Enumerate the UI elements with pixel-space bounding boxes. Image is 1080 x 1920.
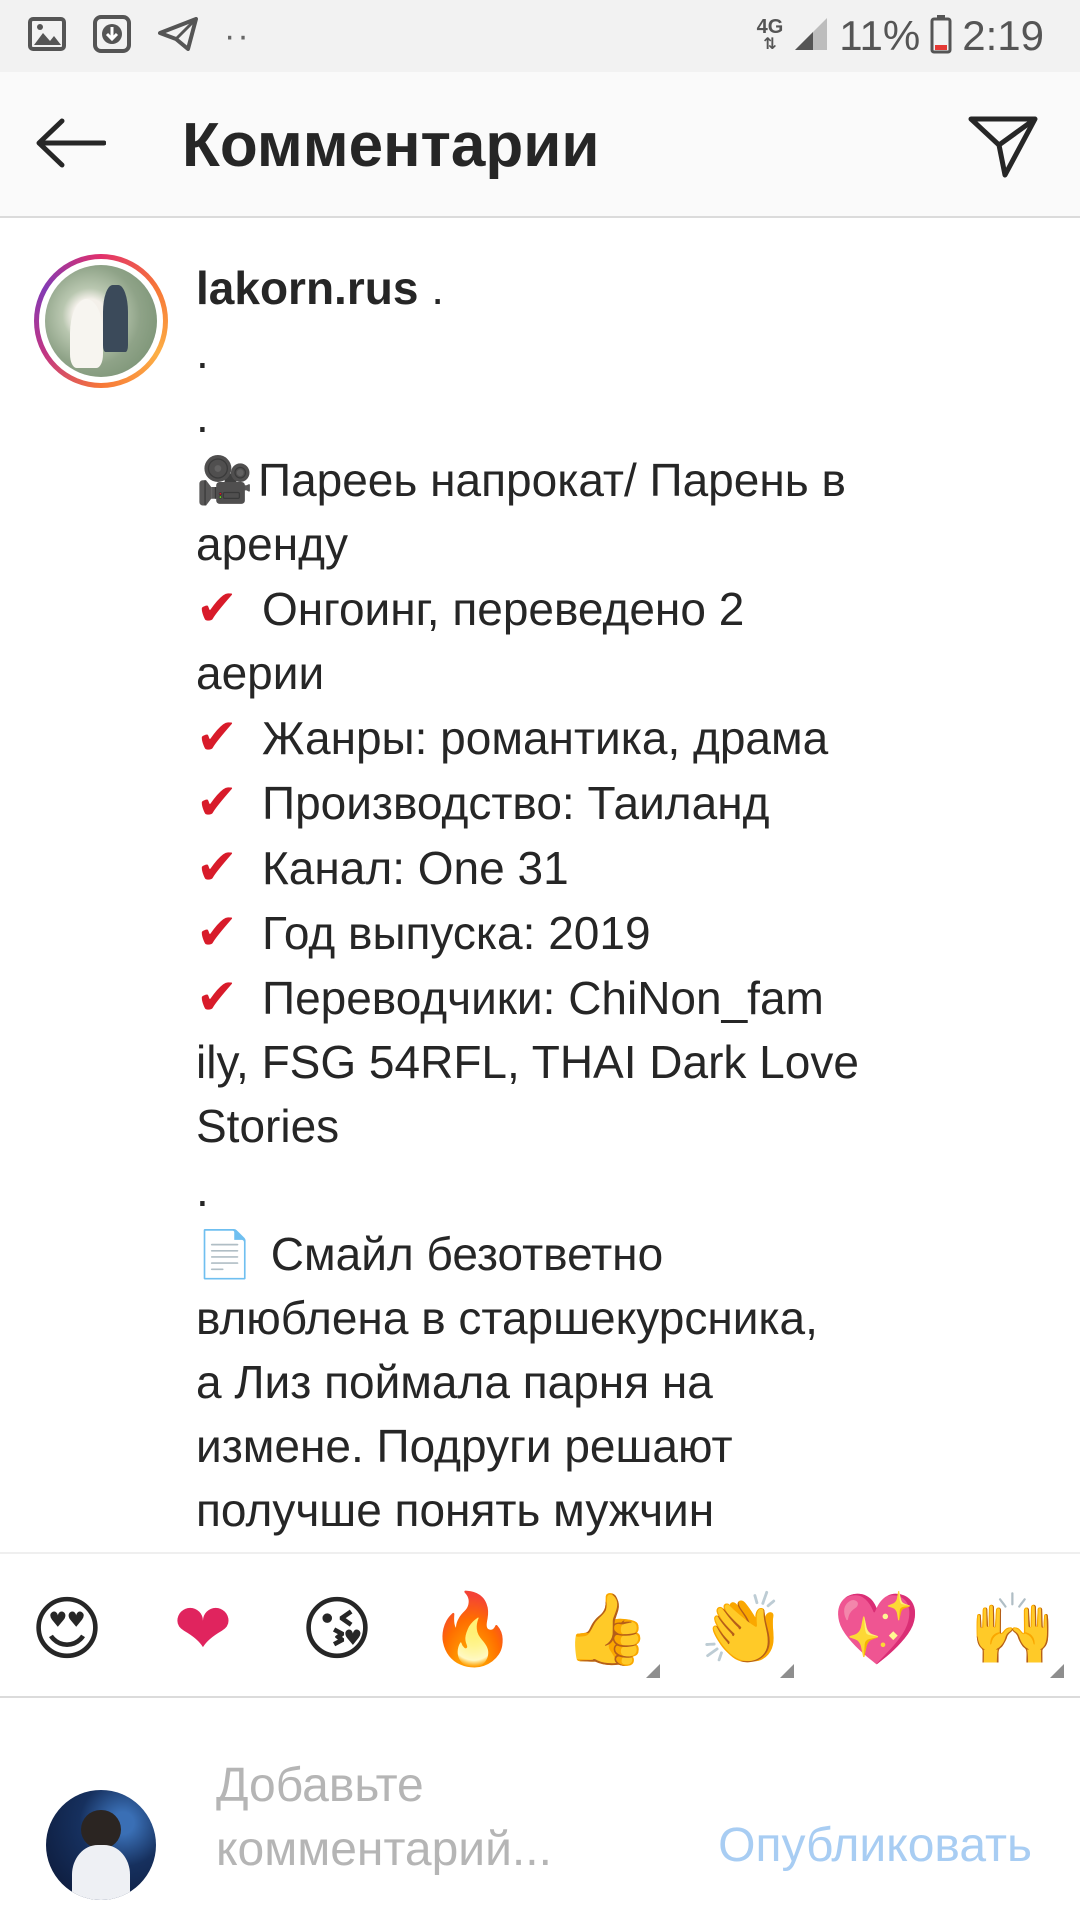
- red-heart-emoji-button[interactable]: ❤: [158, 1584, 248, 1674]
- current-user-avatar: [46, 1790, 156, 1900]
- header: Комментарии: [0, 72, 1080, 218]
- raised-hands-emoji-button[interactable]: 🙌: [968, 1584, 1058, 1674]
- publish-button[interactable]: Опубликовать: [718, 1818, 1032, 1873]
- battery-icon: [930, 14, 952, 59]
- quick-emoji-bar: 😍 ❤ 😘 🔥 👍 👏 💖 🙌: [0, 1552, 1080, 1698]
- status-bar: ·· 4G ⇅ 11% 2:19: [0, 0, 1080, 72]
- caption-line-16: влюблена в старшекурсника,: [196, 1292, 818, 1344]
- caption-line-17: а Лиз поймала парня на: [196, 1356, 713, 1408]
- caption-line-18: измене. Подруги решают: [196, 1420, 733, 1472]
- gallery-icon: [28, 16, 66, 56]
- telegram-icon: [158, 16, 198, 56]
- check-mark-icon: ✔: [196, 904, 238, 960]
- back-button[interactable]: [30, 108, 110, 178]
- fire-emoji-button[interactable]: 🔥: [428, 1584, 518, 1674]
- check-mark-icon: ✔: [196, 774, 238, 830]
- caption-line-14: .: [196, 1164, 209, 1216]
- arrow-left-icon: [36, 118, 106, 168]
- share-button[interactable]: [960, 102, 1046, 188]
- skin-tone-indicator: [780, 1664, 794, 1678]
- caption-line-15: 📄 Смайл безответно: [196, 1222, 1016, 1286]
- battery-percent: 11%: [839, 12, 921, 59]
- caption-line-10: ✔ Год выпуска: 2019: [196, 900, 1016, 965]
- clock: 2:19: [962, 12, 1044, 59]
- signal-icon: [793, 16, 829, 57]
- caption-line-2: .: [196, 390, 209, 442]
- heart-eyes-emoji-button[interactable]: 😍: [22, 1584, 112, 1674]
- page-title: Комментарии: [182, 111, 600, 180]
- avatar-image: [45, 265, 157, 377]
- username-link[interactable]: lakorn.rus: [196, 262, 418, 314]
- page-icon: 📄: [196, 1228, 254, 1280]
- skin-tone-indicator: [1050, 1664, 1064, 1678]
- caption-line-7: ✔ Жанры: романтика, драма: [196, 705, 1016, 770]
- sparkling-heart-emoji-button[interactable]: 💖: [832, 1584, 922, 1674]
- caption-line-6: аерии: [196, 647, 325, 699]
- clap-emoji-button[interactable]: 👏: [698, 1584, 788, 1674]
- caption-line-0: lakorn.rus .: [196, 262, 444, 314]
- paper-plane-icon: [968, 116, 1038, 178]
- movie-camera-icon: 🎥: [196, 454, 254, 506]
- network-label: 4G: [756, 16, 784, 38]
- caption-line-5: ✔ Онгоинг, переведено 2: [196, 576, 1016, 641]
- network-icon: 4G ⇅: [756, 16, 784, 53]
- caption-line-9: ✔ Канал: One 31: [196, 835, 1016, 900]
- placeholder-line-2: комментарий...: [216, 1823, 552, 1876]
- caption-line-8: ✔ Производство: Таиланд: [196, 770, 1016, 835]
- caption-line-13: Stories: [196, 1100, 340, 1152]
- check-mark-icon: ✔: [196, 839, 238, 895]
- more-notifications: ··: [224, 16, 251, 55]
- comment-caption: lakorn.rus . . . 🎥 Пареeь напрокат/ Парен…: [0, 220, 1080, 1552]
- check-mark-icon: ✔: [196, 709, 238, 765]
- author-avatar[interactable]: [34, 254, 168, 388]
- caption-line-1: .: [196, 326, 209, 378]
- caption-text: lakorn.rus . . . 🎥 Пареeь напрокат/ Парен…: [196, 256, 1016, 1542]
- caption-line-12: ily, FSG 54RFL, THAI Dark Love: [196, 1036, 859, 1088]
- kiss-emoji-button[interactable]: 😘: [292, 1584, 382, 1674]
- placeholder-line-1: Добавьте: [216, 1759, 424, 1812]
- check-mark-icon: ✔: [196, 580, 238, 636]
- caption-line-19: получше понять мужчин: [196, 1484, 715, 1536]
- caption-line-4: аренду: [196, 518, 348, 570]
- thumbs-up-emoji-button[interactable]: 👍: [562, 1584, 652, 1674]
- skin-tone-indicator: [646, 1664, 660, 1678]
- download-icon: [92, 14, 132, 59]
- caption-line-11: ✔ Переводчики: ChiNon_fam: [196, 965, 1016, 1030]
- comment-composer: Добавьте комментарий... Опубликовать: [0, 1700, 1080, 1920]
- comment-input[interactable]: Добавьте комментарий...: [216, 1754, 636, 1882]
- check-mark-icon: ✔: [196, 969, 238, 1025]
- caption-line-3: 🎥 Пареeь напрокат/ Парень в: [196, 448, 1016, 512]
